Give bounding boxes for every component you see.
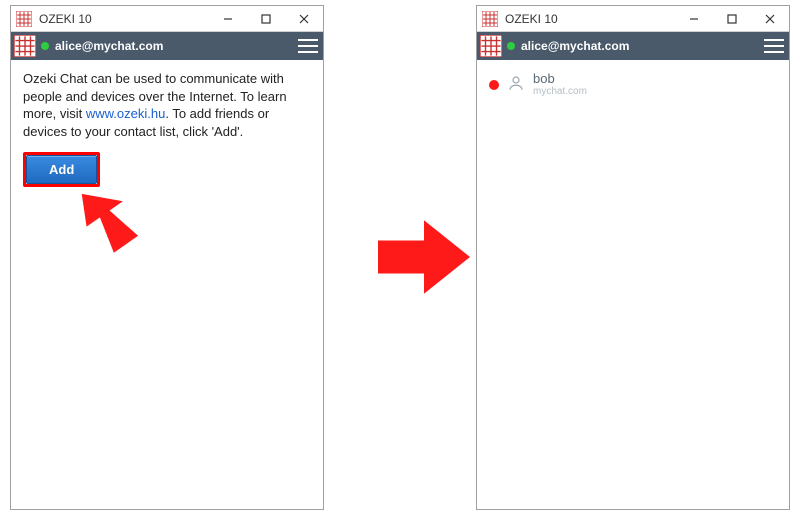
close-button[interactable]	[285, 6, 323, 32]
menu-button[interactable]	[293, 39, 323, 53]
ozeki-grid-icon	[11, 32, 39, 60]
minimize-button[interactable]	[209, 6, 247, 32]
ozeki-grid-icon	[477, 32, 505, 60]
hamburger-icon	[298, 39, 318, 53]
menu-button[interactable]	[759, 39, 789, 53]
status-offline-icon	[489, 80, 499, 90]
minimize-button[interactable]	[675, 6, 713, 32]
ozeki-app-icon	[11, 6, 37, 32]
ozeki-app-icon	[477, 6, 503, 32]
content-area: bob mychat.com	[477, 60, 789, 509]
header-bar: alice@mychat.com	[11, 32, 323, 60]
header-user: alice@mychat.com	[521, 39, 759, 53]
status-online-icon	[507, 42, 515, 50]
contact-name: bob	[533, 72, 587, 86]
titlebar: OZEKI 10	[477, 6, 789, 32]
header-bar: alice@mychat.com	[477, 32, 789, 60]
add-button-highlight: Add	[23, 152, 100, 187]
add-button[interactable]: Add	[26, 155, 97, 184]
header-user: alice@mychat.com	[55, 39, 293, 53]
contact-host: mychat.com	[533, 86, 587, 97]
avatar-icon	[507, 74, 525, 95]
maximize-button[interactable]	[713, 6, 751, 32]
contact-text: bob mychat.com	[533, 72, 587, 97]
contact-row[interactable]: bob mychat.com	[489, 70, 777, 99]
ozeki-window-right: OZEKI 10 alice@my	[476, 5, 790, 510]
window-title: OZEKI 10	[37, 12, 209, 26]
content-area: Ozeki Chat can be used to communicate wi…	[11, 60, 323, 509]
window-title: OZEKI 10	[503, 12, 675, 26]
status-online-icon	[41, 42, 49, 50]
ozeki-window-left: OZEKI 10 alice@my	[10, 5, 324, 510]
maximize-button[interactable]	[247, 6, 285, 32]
intro-text: Ozeki Chat can be used to communicate wi…	[23, 70, 311, 140]
hamburger-icon	[764, 39, 784, 53]
close-button[interactable]	[751, 6, 789, 32]
intro-link[interactable]: www.ozeki.hu	[86, 106, 165, 121]
transition-arrow-icon	[378, 218, 470, 296]
titlebar: OZEKI 10	[11, 6, 323, 32]
